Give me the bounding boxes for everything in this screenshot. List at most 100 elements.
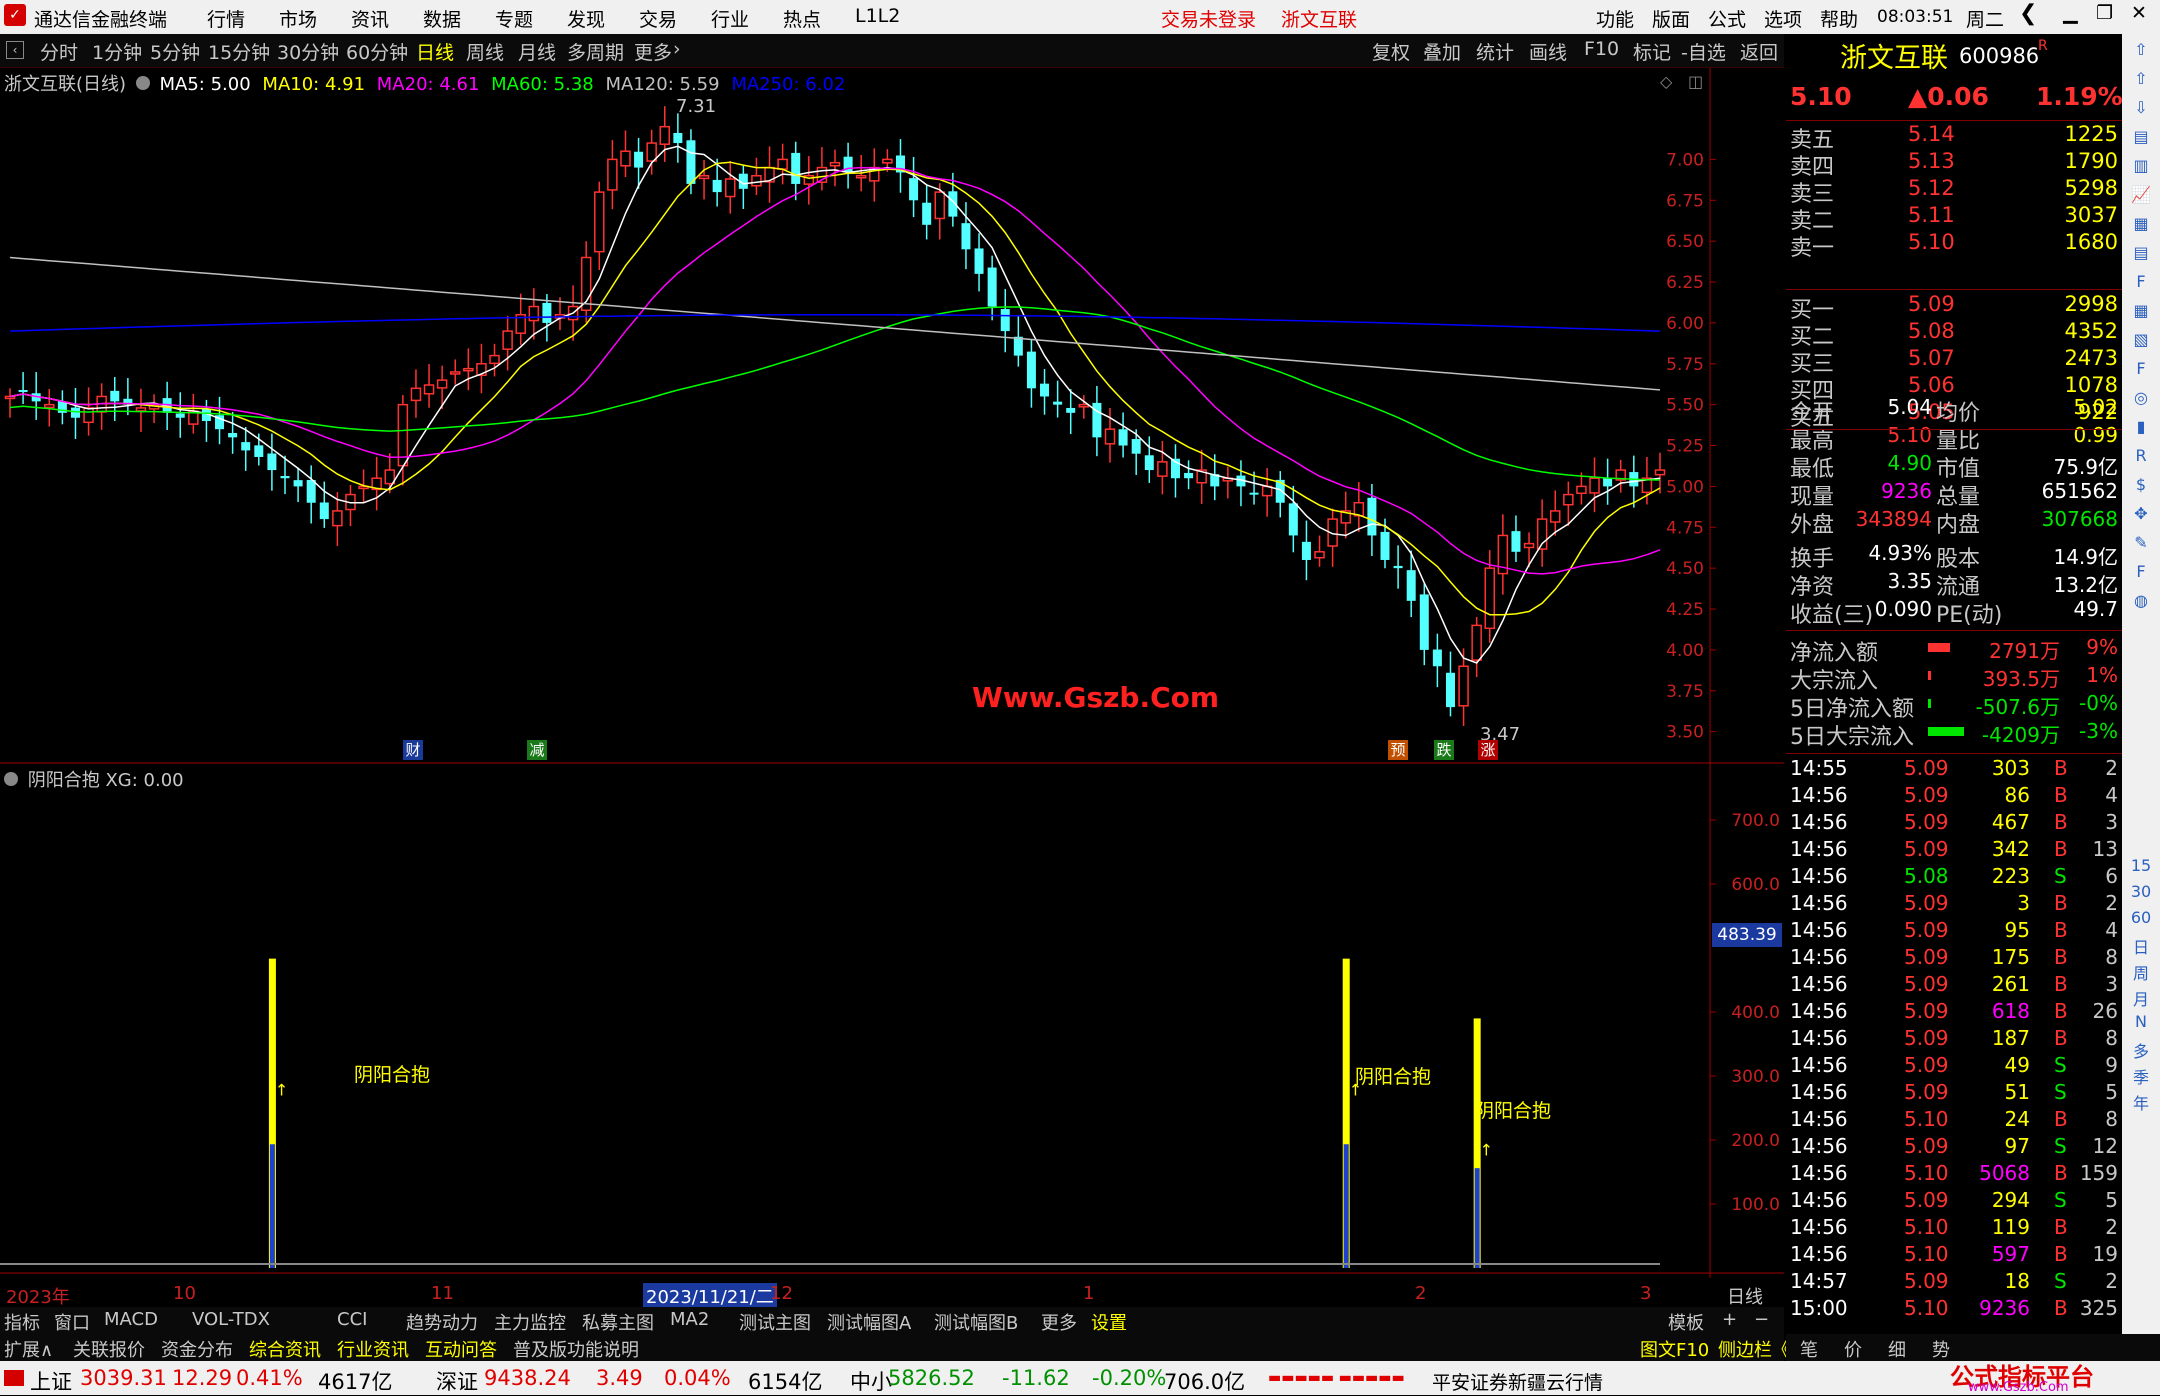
side-tool-7[interactable]: 多	[2122, 1038, 2160, 1062]
event-marker-1[interactable]: 减	[527, 740, 547, 760]
period-tab-2[interactable]: 5分钟	[150, 38, 200, 65]
collapse-icon[interactable]: ‹	[6, 41, 24, 59]
list-icon[interactable]: ▤	[2122, 243, 2160, 262]
bar-icon[interactable]: ▦	[2122, 214, 2160, 233]
extension-tab-2[interactable]: 资金分布	[161, 1336, 233, 1362]
index-name-1[interactable]: 深证	[436, 1366, 478, 1396]
indicator-tab-4[interactable]: CCI	[337, 1309, 367, 1330]
menu-item-7[interactable]: 行业	[711, 5, 749, 32]
period-tab-4[interactable]: 30分钟	[277, 38, 339, 65]
minimize-icon[interactable]: ▁	[2063, 2, 2078, 24]
settings-dot-icon[interactable]	[135, 76, 150, 90]
tick-view-tab-3[interactable]: 势	[1932, 1336, 1950, 1362]
side-tool-0[interactable]: 15	[2122, 856, 2160, 875]
menu-item-3[interactable]: 数据	[423, 5, 461, 32]
tool-7[interactable]: 返回	[1740, 38, 1778, 65]
sidebar-toggle[interactable]: 侧边栏《	[1718, 1336, 1790, 1362]
side-tool-4[interactable]: 周	[2122, 960, 2160, 984]
tool-6[interactable]: -自选	[1681, 38, 1726, 65]
fs2-icon[interactable]: F	[2122, 562, 2160, 581]
menu-item-5[interactable]: 发现	[567, 5, 605, 32]
menu-item-9[interactable]: L1L2	[855, 5, 900, 27]
tool-3[interactable]: 画线	[1529, 38, 1567, 65]
menu-item-1[interactable]: 市场	[279, 5, 317, 32]
tool-0[interactable]: 复权	[1372, 38, 1410, 65]
add-button[interactable]: +	[1722, 1309, 1737, 1330]
indicator-tab-10[interactable]: 测试幅图A	[827, 1309, 911, 1335]
menu-item-6[interactable]: 交易	[639, 5, 677, 32]
fs-icon[interactable]: F	[2122, 359, 2160, 378]
up-outline-icon[interactable]: ⇧	[2122, 69, 2160, 88]
right-menu-3[interactable]: 选项	[1764, 5, 1802, 32]
down-outline-icon[interactable]: ⇩	[2122, 98, 2160, 117]
side-tool-3[interactable]: 日	[2122, 934, 2160, 958]
indicator-tab-1[interactable]: 窗口	[54, 1309, 90, 1335]
event-marker-4[interactable]: 涨	[1478, 740, 1498, 760]
circle-icon[interactable]: ◎	[2122, 388, 2160, 407]
tick-view-tab-1[interactable]: 价	[1844, 1336, 1862, 1362]
indicator-tab-0[interactable]: 指标	[4, 1309, 40, 1335]
menu-item-4[interactable]: 专题	[495, 5, 533, 32]
doc-icon[interactable]: ▤	[2122, 127, 2160, 146]
right-menu-4[interactable]: 帮助	[1820, 5, 1858, 32]
period-tab-9[interactable]: 多周期	[567, 38, 624, 65]
index-name-0[interactable]: 上证	[30, 1366, 72, 1396]
period-tab-10[interactable]: 更多	[634, 38, 672, 65]
event-marker-3[interactable]: 跌	[1434, 740, 1454, 760]
pen-icon[interactable]: ✎	[2122, 533, 2160, 552]
k-icon[interactable]: ▧	[2122, 330, 2160, 349]
template-button[interactable]: 模板	[1668, 1309, 1704, 1335]
grid-icon[interactable]: ▦	[2122, 301, 2160, 320]
right-menu-2[interactable]: 公式	[1708, 5, 1746, 32]
indicator-settings-icon[interactable]	[4, 772, 18, 786]
tool-5[interactable]: 标记	[1633, 38, 1671, 65]
indicator-tab-6[interactable]: 主力监控	[494, 1309, 566, 1335]
tool-2[interactable]: 统计	[1476, 38, 1514, 65]
period-tab-6[interactable]: 日线	[416, 38, 454, 65]
indicator-tab-2[interactable]: MACD	[104, 1309, 158, 1330]
event-marker-2[interactable]: 预	[1388, 740, 1408, 760]
menu-item-2[interactable]: 资讯	[351, 5, 389, 32]
extension-tab-3[interactable]: 综合资讯	[249, 1336, 321, 1362]
right-menu-1[interactable]: 版面	[1652, 5, 1690, 32]
indicator-tab-7[interactable]: 私募主图	[582, 1309, 654, 1335]
indicator-tab-12[interactable]: 更多	[1041, 1309, 1077, 1335]
period-tab-1[interactable]: 1分钟	[92, 38, 142, 65]
diamond-icon[interactable]: ◇	[1660, 72, 1672, 91]
indicator-tab-5[interactable]: 趋势动力	[406, 1309, 478, 1335]
event-marker-0[interactable]: 财	[403, 740, 423, 760]
right-menu-0[interactable]: 功能	[1596, 5, 1634, 32]
side-tool-8[interactable]: 季	[2122, 1064, 2160, 1088]
extension-tab-5[interactable]: 互动问答	[425, 1336, 497, 1362]
chart-area[interactable]: 3.50 3.75 4.00 4.25 4.50 4.75 5.00 5.25 5.50 5.75…	[0, 68, 1784, 1309]
indicator-tab-9[interactable]: 测试主图	[739, 1309, 811, 1335]
chart-icon[interactable]: 📈	[2122, 185, 2160, 204]
side-tool-5[interactable]: 月	[2122, 986, 2160, 1010]
side-tool-1[interactable]: 30	[2122, 882, 2160, 901]
extension-tab-0[interactable]: 扩展∧	[4, 1336, 53, 1362]
tool-1[interactable]: 叠加	[1423, 38, 1461, 65]
rsi-icon[interactable]: R	[2122, 446, 2160, 465]
login-status[interactable]: 交易未登录	[1161, 5, 1256, 32]
move-icon[interactable]: ✥	[2122, 504, 2160, 523]
extension-tab-6[interactable]: 普及版功能说明	[513, 1336, 639, 1362]
indicator-tab-13[interactable]: 设置	[1091, 1309, 1127, 1335]
side-tool-9[interactable]: 年	[2122, 1090, 2160, 1114]
tool-4[interactable]: F10	[1584, 38, 1619, 60]
close-icon[interactable]: ✕	[2131, 2, 2147, 24]
period-tab-0[interactable]: 分时	[40, 38, 78, 65]
up-arrow-icon[interactable]: ⇧	[2122, 40, 2160, 59]
panel-toggle-icon[interactable]: ◫	[1688, 72, 1703, 91]
fin-icon[interactable]: F	[2122, 272, 2160, 291]
side-tool-6[interactable]: N	[2122, 1012, 2160, 1031]
menu-item-0[interactable]: 行情	[207, 5, 245, 32]
indicator-tab-11[interactable]: 测试幅图B	[934, 1309, 1018, 1335]
cash-icon[interactable]: $	[2122, 475, 2160, 494]
more-chevron-icon[interactable]: ›	[673, 38, 681, 60]
extension-tab-4[interactable]: 行业资讯	[337, 1336, 409, 1362]
f10-button[interactable]: 图文F10	[1640, 1336, 1709, 1362]
period-tab-3[interactable]: 15分钟	[208, 38, 270, 65]
remove-button[interactable]: −	[1754, 1309, 1769, 1330]
restore-icon[interactable]: ❐	[2096, 2, 2113, 24]
extension-tab-1[interactable]: 关联报价	[73, 1336, 145, 1362]
